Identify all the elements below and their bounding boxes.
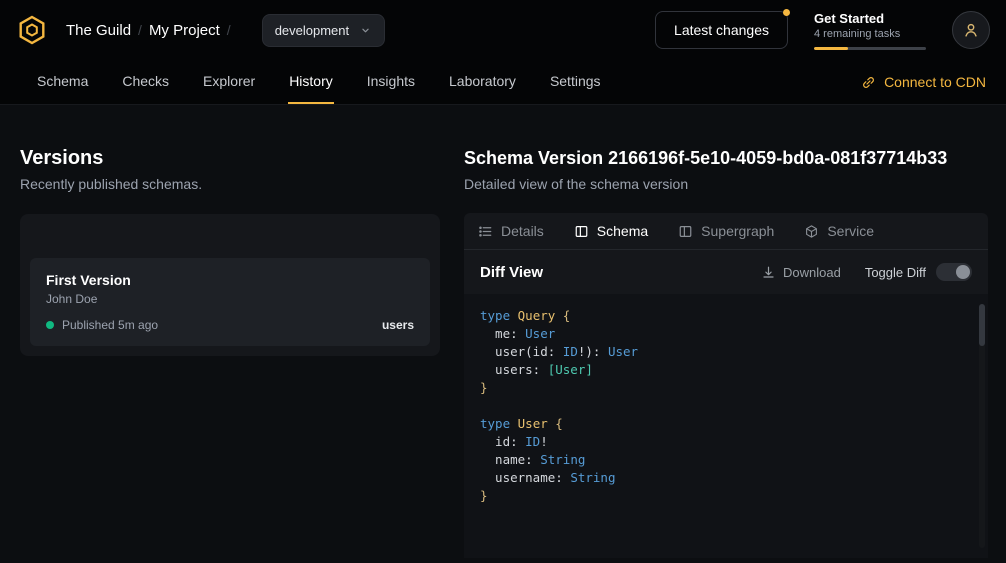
code-line: [480, 397, 972, 415]
tab-settings[interactable]: Settings: [549, 60, 602, 104]
main-content: Versions Recently published schemas. Fir…: [0, 105, 1006, 558]
toggle-diff-switch[interactable]: [936, 263, 972, 281]
toggle-diff-label: Toggle Diff: [865, 265, 926, 280]
download-icon: [761, 265, 776, 280]
get-started-progress-track: [814, 47, 926, 50]
project-nav: Schema Checks Explorer History Insights …: [0, 60, 1006, 105]
tab-checks[interactable]: Checks: [121, 60, 170, 104]
detail-tab-label: Details: [501, 223, 544, 239]
tab-insights[interactable]: Insights: [366, 60, 416, 104]
version-name: First Version: [46, 272, 414, 288]
versions-list: First Version John Doe Published 5m ago …: [20, 214, 440, 356]
latest-changes-button[interactable]: Latest changes: [655, 11, 788, 49]
schema-code-viewer: type Query { me: User user(id: ID!): Use…: [464, 294, 988, 558]
version-list-item[interactable]: First Version John Doe Published 5m ago …: [30, 258, 430, 346]
breadcrumb-separator: /: [227, 22, 231, 38]
code-line: type User {: [480, 415, 972, 433]
toggle-knob: [956, 265, 970, 279]
code-line: }: [480, 487, 972, 505]
published-status-dot: [46, 321, 54, 329]
service-badge: users: [382, 318, 414, 332]
columns-icon: [574, 224, 589, 239]
tab-explorer[interactable]: Explorer: [202, 60, 256, 104]
code-line: }: [480, 379, 972, 397]
get-started-widget[interactable]: Get Started 4 remaining tasks: [814, 11, 926, 50]
breadcrumb-project[interactable]: My Project: [149, 22, 220, 39]
version-detail-section: Schema Version 2166196f-5e10-4059-bd0a-0…: [464, 133, 988, 558]
detail-tab-schema[interactable]: Schema: [574, 223, 648, 239]
code-block: type Query { me: User user(id: ID!): Use…: [464, 294, 988, 518]
versions-section: Versions Recently published schemas. Fir…: [20, 133, 440, 558]
code-line: username: String: [480, 469, 972, 487]
tab-laboratory[interactable]: Laboratory: [448, 60, 517, 104]
download-label: Download: [783, 265, 841, 280]
link-icon: [861, 75, 876, 90]
user-avatar[interactable]: [952, 11, 990, 49]
get-started-subtitle: 4 remaining tasks: [814, 28, 926, 40]
connect-to-cdn-button[interactable]: Connect to CDN: [861, 60, 986, 104]
connect-to-cdn-label: Connect to CDN: [884, 74, 986, 90]
code-line: name: String: [480, 451, 972, 469]
detail-tab-label: Schema: [597, 223, 648, 239]
breadcrumb: The Guild / My Project /: [66, 22, 238, 39]
list-icon: [478, 224, 493, 239]
versions-subtitle: Recently published schemas.: [20, 176, 440, 192]
code-line: user(id: ID!): User: [480, 343, 972, 361]
cube-icon: [804, 224, 819, 239]
detail-tab-label: Supergraph: [701, 223, 774, 239]
chevron-down-icon: [359, 24, 372, 37]
get-started-title: Get Started: [814, 11, 926, 26]
code-scrollbar[interactable]: [979, 304, 985, 548]
code-line: users: [User]: [480, 361, 972, 379]
version-detail-panel: Details Schema Sup: [464, 213, 988, 558]
schema-version-title: Schema Version 2166196f-5e10-4059-bd0a-0…: [464, 147, 988, 169]
get-started-progress-fill: [814, 47, 848, 50]
diff-view-title: Diff View: [480, 264, 543, 281]
notification-dot: [783, 9, 790, 16]
breadcrumb-org[interactable]: The Guild: [66, 22, 131, 39]
top-header: The Guild / My Project / development Lat…: [0, 0, 1006, 60]
code-line: me: User: [480, 325, 972, 343]
detail-tab-supergraph[interactable]: Supergraph: [678, 223, 774, 239]
code-line: id: ID!: [480, 433, 972, 451]
person-icon: [962, 21, 980, 39]
columns-icon: [678, 224, 693, 239]
detail-tab-label: Service: [827, 223, 874, 239]
schema-version-subtitle: Detailed view of the schema version: [464, 176, 988, 192]
version-author: John Doe: [46, 292, 414, 306]
code-line: type Query {: [480, 307, 972, 325]
detail-tab-details[interactable]: Details: [478, 223, 544, 239]
detail-tab-service[interactable]: Service: [804, 223, 874, 239]
tab-schema[interactable]: Schema: [36, 60, 89, 104]
diff-view-header: Diff View Download Toggle Diff: [464, 250, 988, 294]
environment-select[interactable]: development: [262, 14, 385, 47]
versions-title: Versions: [20, 147, 440, 169]
download-button[interactable]: Download: [761, 265, 841, 280]
latest-changes-label: Latest changes: [674, 22, 769, 38]
hive-logo-icon[interactable]: [16, 14, 48, 46]
detail-tabbar: Details Schema Sup: [464, 213, 988, 250]
tab-history[interactable]: History: [288, 60, 334, 104]
version-status: Published 5m ago: [62, 318, 158, 332]
breadcrumb-separator: /: [138, 22, 142, 38]
environment-select-value: development: [275, 23, 349, 38]
scrollbar-thumb[interactable]: [979, 304, 985, 346]
